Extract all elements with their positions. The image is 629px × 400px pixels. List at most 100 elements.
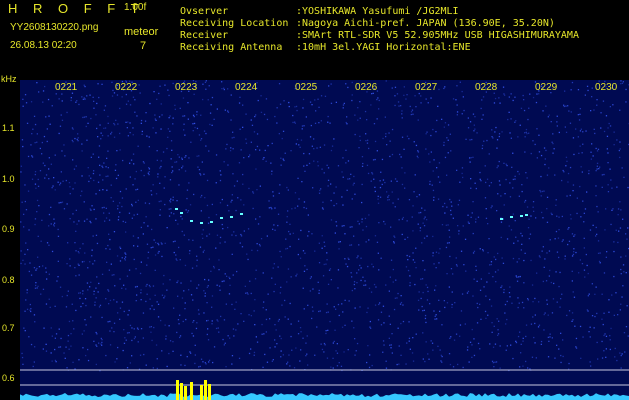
spectrogram-mark [610,327,612,330]
spectrogram-mark [410,113,412,116]
spectrogram-mark [184,170,187,172]
spectrogram-mark [568,110,570,112]
spectrogram-mark [288,105,290,108]
spectrogram-mark [443,126,445,128]
spectrogram-mark [281,137,283,140]
spectrogram-mark [305,116,307,118]
spectrogram-mark [544,163,546,166]
spectrogram-mark [60,201,62,204]
spectrogram-mark [168,352,170,355]
spectrogram-mark [482,96,485,98]
spectrogram-mark [425,341,427,343]
spectrogram-mark [49,306,51,308]
spectrogram-mark [125,253,127,255]
spectrogram-mark [565,131,568,133]
spectrogram-mark [125,121,127,123]
spectrogram-mark [210,270,212,272]
spectrogram-mark [418,291,420,293]
spectrogram-mark [288,354,290,356]
spectrogram-mark [285,238,287,240]
spectrogram-mark [522,340,524,342]
spectrogram-mark [335,308,337,310]
freq-tick-label: 0.6 [2,373,15,383]
spectrogram-mark [366,311,368,314]
spectrogram-mark [421,242,423,244]
spectrogram-mark [385,284,387,286]
spectrogram-mark [276,107,278,109]
spectrogram-mark [519,124,521,126]
spectrogram-mark [156,150,158,152]
spectrogram-mark [508,111,510,113]
spectrogram-mark [613,144,615,146]
spectrogram-mark [359,101,361,103]
spectrogram-mark [388,290,390,292]
spectrogram-mark [119,107,121,110]
spectrogram-mark [596,312,598,315]
spectrogram-mark [97,291,99,293]
spectrogram-mark [189,204,192,206]
spectrogram-mark [318,122,320,124]
spectrogram-mark [250,119,252,121]
spectrogram-mark [105,298,107,300]
spectrogram-mark [121,301,124,303]
spectrogram-mark [384,223,386,225]
spectrogram-mark [485,217,488,219]
spectrogram-mark [21,139,24,141]
spectrogram-mark [483,140,485,142]
spectrogram-mark [325,311,328,314]
spectrogram-mark [617,314,619,316]
spectrogram-mark [357,255,359,257]
spectrogram-mark [68,320,71,323]
spectrogram-mark [335,186,337,188]
spectrogram-mark [60,337,62,340]
spectrogram-mark [371,173,374,175]
spectrogram-mark [209,123,211,126]
spectrogram-mark [82,116,84,119]
spectrogram-mark [265,309,267,311]
spectrogram-mark [232,148,234,150]
spectrogram-mark [200,385,203,400]
spectrogram-mark [408,321,410,323]
spectrogram-mark [458,230,460,232]
spectrogram-mark [101,165,103,167]
spectrogram-mark [430,340,432,342]
spectrogram-mark [270,206,272,209]
spectrogram-mark [262,158,264,160]
spectrogram-mark [98,342,100,344]
spectrogram-mark [420,297,422,300]
spectrogram-mark [320,343,322,345]
spectrogram-mark [437,345,439,347]
spectrogram-mark [446,302,449,304]
spectrogram-mark [50,327,52,329]
spectrogram-mark [318,262,321,264]
spectrogram-mark [113,122,115,125]
spectrogram-mark [103,162,105,164]
spectrogram-mark [457,204,459,206]
spectrogram-mark [164,295,166,297]
spectrogram-mark [379,186,382,189]
spectrogram-mark [568,310,571,312]
spectrogram-mark [619,309,621,311]
spectrogram-mark [230,216,233,218]
spectrogram-mark [560,298,562,300]
spectrogram-mark [619,352,621,354]
spectrogram-mark [255,269,257,271]
spectrogram-mark [307,304,309,306]
spectrogram-mark [575,337,578,340]
spectrogram-mark [239,96,241,98]
spectrogram-mark [162,151,165,153]
spectrogram-mark [124,259,126,261]
spectrogram-mark [442,205,444,208]
spectrogram-mark [279,250,281,253]
spectrogram-mark [394,206,396,208]
spectrogram-mark [321,247,323,249]
spectrogram-mark [558,229,560,231]
spectrogram-mark [544,312,546,314]
spectrogram-mark [390,226,392,228]
spectrogram-mark [128,212,131,214]
spectrogram-mark [156,98,158,100]
spectrogram-mark [467,214,469,216]
spectrogram-mark [30,308,32,310]
spectrogram-mark [353,235,355,237]
spectrogram-mark [592,224,594,226]
